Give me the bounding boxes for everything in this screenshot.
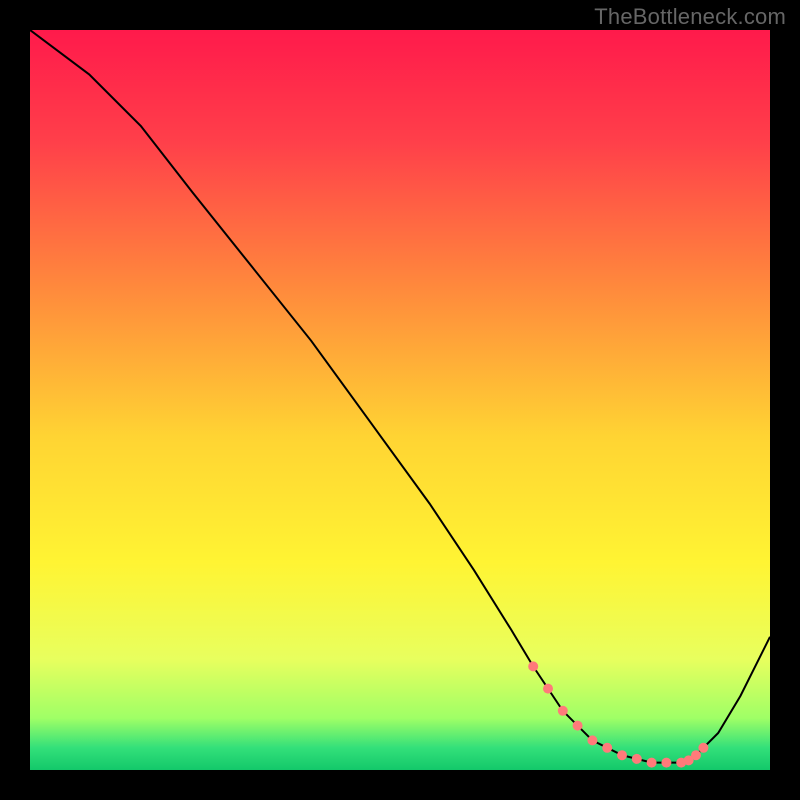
gradient-background bbox=[30, 30, 770, 770]
bottleneck-chart bbox=[30, 30, 770, 770]
marker-dot bbox=[661, 758, 671, 768]
chart-frame: TheBottleneck.com bbox=[0, 0, 800, 800]
marker-dot bbox=[573, 721, 583, 731]
marker-dot bbox=[647, 758, 657, 768]
marker-dot bbox=[617, 750, 627, 760]
marker-dot bbox=[528, 661, 538, 671]
marker-dot bbox=[558, 706, 568, 716]
marker-dot bbox=[543, 684, 553, 694]
marker-dot bbox=[698, 743, 708, 753]
watermark-text: TheBottleneck.com bbox=[594, 4, 786, 30]
marker-dot bbox=[632, 754, 642, 764]
marker-dot bbox=[587, 735, 597, 745]
marker-dot bbox=[602, 743, 612, 753]
marker-dot bbox=[691, 750, 701, 760]
